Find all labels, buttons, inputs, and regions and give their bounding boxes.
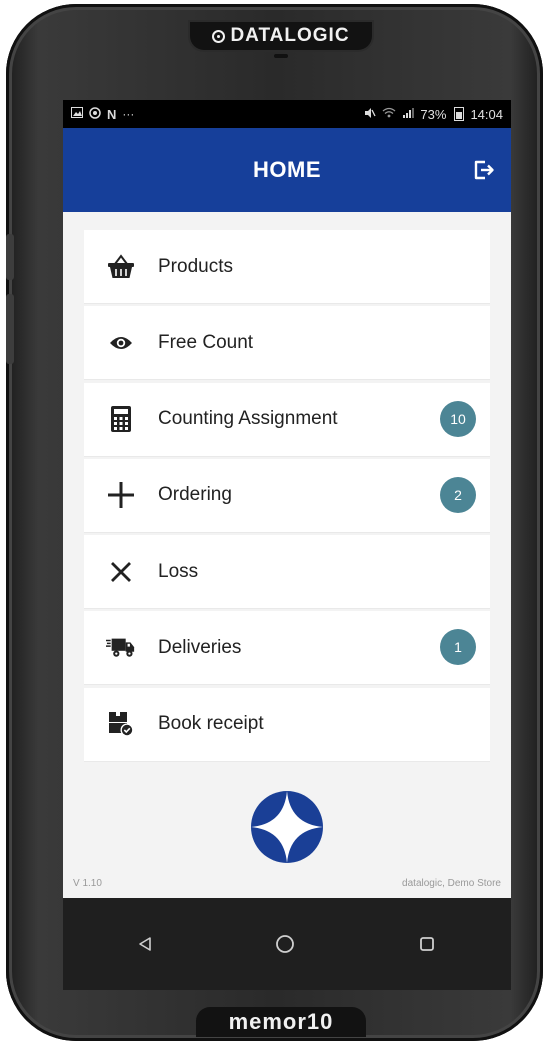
menu-item-book-receipt[interactable]: Book receipt (84, 687, 490, 761)
plus-icon (106, 480, 136, 510)
menu-label: Ordering (158, 484, 232, 506)
datalogic-logo-icon (212, 29, 226, 43)
status-time: 14:04 (470, 106, 503, 122)
speaker (274, 54, 288, 58)
wifi-icon (382, 107, 396, 121)
app-logo (251, 791, 323, 863)
count-badge: 1 (440, 629, 476, 666)
menu-item-ordering[interactable]: Ordering 2 (84, 458, 490, 532)
menu-label: Counting Assignment (158, 408, 338, 430)
mute-icon (364, 107, 377, 122)
device-brand-bottom: memor10 (196, 1007, 366, 1037)
menu-label: Loss (158, 560, 199, 582)
menu-label: Deliveries (158, 636, 242, 658)
side-button-top[interactable] (6, 234, 14, 280)
image-icon (71, 107, 83, 121)
battery-percent: 73% (420, 106, 447, 122)
status-bar: N ··· 73% 14:04 (63, 100, 511, 128)
menu-item-counting-assignment[interactable]: Counting Assignment 10 (84, 382, 490, 456)
menu-item-free-count[interactable]: Free Count (84, 306, 490, 380)
screen: N ··· 73% 14:04 HOME Products Free Count… (63, 100, 511, 898)
page-title: HOME (253, 157, 321, 182)
more-icon: ··· (122, 107, 135, 121)
logout-icon[interactable] (471, 158, 495, 182)
menu-label: Book receipt (158, 713, 264, 735)
signal-icon (402, 107, 415, 122)
close-icon (106, 557, 136, 587)
store-info: datalogic, Demo Store (402, 878, 501, 889)
device-brand-top: DATALOGIC (190, 22, 372, 50)
basket-icon (106, 252, 136, 282)
home-icon[interactable] (273, 932, 297, 956)
menu-label: Products (158, 255, 233, 277)
count-badge: 10 (440, 400, 476, 437)
android-nav-bar (63, 898, 511, 990)
recent-apps-icon[interactable] (415, 932, 439, 956)
back-icon[interactable] (133, 932, 157, 956)
calculator-icon (106, 404, 136, 434)
app-version: V 1.10 (73, 878, 102, 889)
side-button-volume[interactable] (6, 294, 14, 364)
box-check-icon (106, 709, 136, 739)
count-badge: 2 (440, 476, 476, 513)
home-menu: Products Free Count Counting Assignment … (84, 230, 490, 764)
menu-label: Free Count (158, 331, 254, 353)
n-icon: N (107, 106, 117, 122)
battery-icon (454, 107, 465, 121)
menu-item-products[interactable]: Products (84, 230, 490, 303)
brand-top-text: DATALOGIC (230, 25, 350, 46)
menu-item-deliveries[interactable]: Deliveries 1 (84, 611, 490, 685)
brand-bottom-text: memor10 (228, 1009, 334, 1034)
eye-icon (106, 328, 136, 358)
target-icon (89, 106, 101, 122)
menu-item-loss[interactable]: Loss (84, 535, 490, 609)
app-bar: HOME (63, 128, 511, 212)
truck-icon (106, 633, 136, 663)
